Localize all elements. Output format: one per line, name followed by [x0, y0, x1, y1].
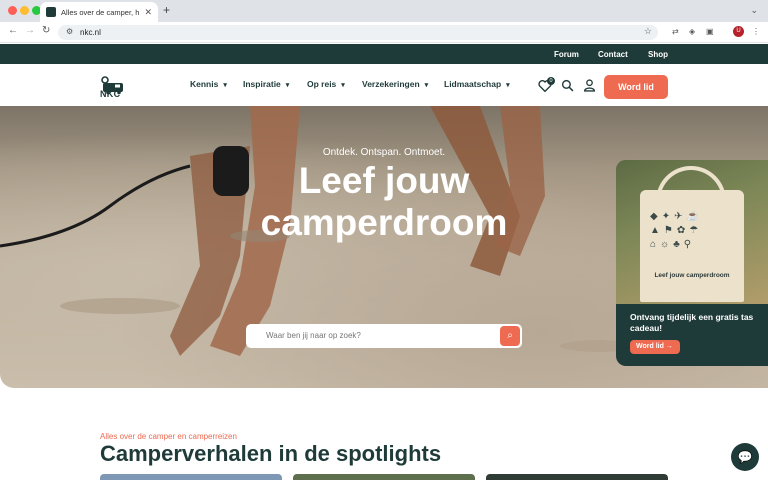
- hero-search-box[interactable]: Waar ben jij naar op zoek? ⌕: [246, 324, 522, 348]
- section-subtitle: Alles over de camper en camperreizen: [100, 432, 237, 441]
- bag-print-text: Leef jouw camperdroom: [654, 272, 730, 279]
- topbar-link-shop[interactable]: Shop: [648, 50, 668, 59]
- chevron-down-icon: ▾: [506, 82, 510, 89]
- bookmark-star-icon[interactable]: ☆: [644, 26, 652, 37]
- search-input[interactable]: Waar ben jij naar op zoek?: [266, 331, 361, 340]
- chevron-down-icon: ▾: [285, 82, 290, 89]
- promo-card[interactable]: ◆✦✈☕ ▲⚑✿☂ ⌂☼♣⚲ Leef jouw camperdroom Ontva…: [616, 160, 768, 366]
- chevron-down-icon: ▾: [341, 82, 345, 89]
- reload-icon[interactable]: ↻: [42, 25, 50, 36]
- favorites-count-badge: 0: [547, 77, 555, 85]
- address-bar[interactable]: ⚙ nkc.nl ☆: [58, 25, 658, 40]
- section-title: Camperverhalen in de spotlights: [100, 441, 442, 466]
- extensions-puzzle-icon[interactable]: ▣: [706, 27, 715, 36]
- site-info-icon[interactable]: ⚙: [66, 27, 73, 36]
- nav-item-kennis[interactable]: Kennis ▾: [190, 79, 227, 89]
- logo-text[interactable]: NKC: [100, 89, 120, 99]
- nav-item-label: Kennis: [190, 79, 219, 89]
- hero-tagline: Ontdek. Ontspan. Ontmoet.: [322, 147, 446, 158]
- topbar-link-forum[interactable]: Forum: [554, 50, 579, 59]
- close-window-button[interactable]: [8, 6, 17, 15]
- nav-item-label: Op reis: [307, 79, 337, 89]
- browser-toolbar: ← → ↻ ⚙ nkc.nl ☆ ⇄ ◈ ▣ U ⋮: [0, 22, 768, 43]
- browser-tab-bar: Alles over de camper, het ca ✕ + ⌄: [0, 0, 768, 22]
- nav-item-verzekeringen[interactable]: Verzekeringen ▾: [362, 79, 428, 89]
- url-text: nkc.nl: [80, 28, 101, 37]
- tab-list-chevron-icon[interactable]: ⌄: [750, 5, 758, 16]
- chevron-down-icon: ▾: [223, 82, 227, 89]
- new-tab-icon[interactable]: +: [163, 3, 170, 17]
- utility-bar: Forum Contact Shop: [0, 44, 768, 64]
- bag-illustrations: ◆✦✈☕ ▲⚑✿☂ ⌂☼♣⚲: [650, 211, 703, 250]
- chat-icon[interactable]: 💬: [731, 443, 759, 471]
- favicon-icon: [46, 7, 56, 17]
- nav-item-label: Inspiratie: [243, 79, 281, 89]
- nav-item-label: Verzekeringen: [362, 79, 420, 89]
- nav-item-inspiratie[interactable]: Inspiratie ▾: [243, 79, 289, 89]
- minimize-window-button[interactable]: [20, 6, 29, 15]
- forward-arrow-icon[interactable]: →: [25, 25, 35, 36]
- nav-item-op-reis[interactable]: Op reis ▾: [307, 79, 345, 89]
- browser-tab[interactable]: Alles over de camper, het ca ✕: [40, 2, 158, 22]
- translate-icon[interactable]: ◈: [689, 27, 698, 36]
- close-tab-icon[interactable]: ✕: [144, 7, 152, 18]
- promo-word-lid-button[interactable]: Word lid →: [630, 340, 680, 354]
- nav-item-label: Lidmaatschap: [444, 79, 502, 89]
- search-icon[interactable]: [561, 79, 574, 92]
- back-arrow-icon[interactable]: ←: [8, 25, 18, 36]
- word-lid-button[interactable]: Word lid: [604, 75, 668, 99]
- story-card[interactable]: [293, 474, 475, 480]
- user-account-icon[interactable]: [583, 79, 596, 92]
- profile-avatar[interactable]: U: [733, 26, 744, 37]
- story-card[interactable]: [100, 474, 282, 480]
- tote-bag-image: ◆✦✈☕ ▲⚑✿☂ ⌂☼♣⚲ Leef jouw camperdroom: [616, 160, 768, 304]
- browser-menu-icon[interactable]: ⋮: [752, 27, 761, 36]
- chevron-down-icon: ▾: [424, 82, 429, 89]
- promo-button-label: Word lid: [636, 343, 664, 350]
- topbar-link-contact[interactable]: Contact: [598, 50, 628, 59]
- tab-title: Alles over de camper, het ca: [61, 7, 140, 17]
- story-card[interactable]: [486, 474, 668, 480]
- search-submit-button[interactable]: ⌕: [500, 326, 520, 346]
- promo-text: Ontvang tijdelijk een gratis tas cadeau!: [630, 312, 754, 333]
- extension-icon[interactable]: ⇄: [672, 27, 681, 36]
- nav-item-lidmaatschap[interactable]: Lidmaatschap ▾: [444, 79, 510, 89]
- arrow-right-icon: →: [665, 343, 673, 350]
